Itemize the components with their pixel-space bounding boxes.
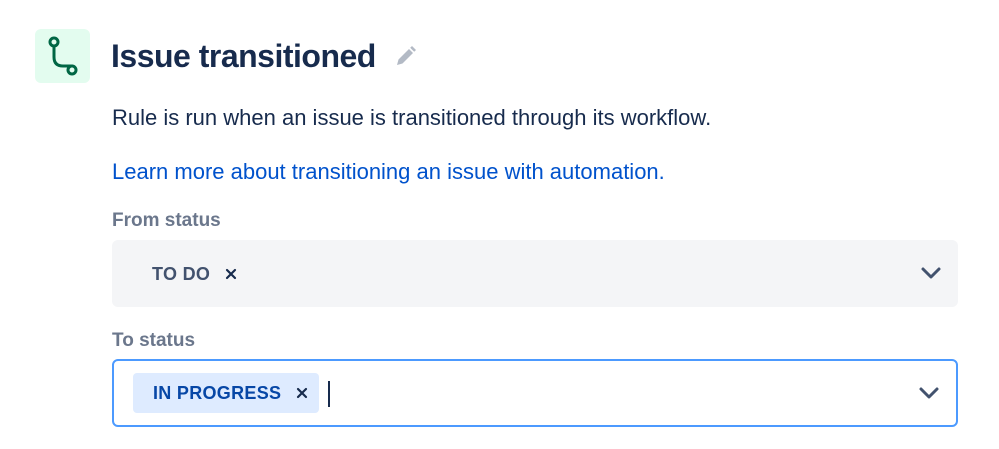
trigger-icon-tile [35, 29, 90, 83]
chevron-down-icon[interactable] [916, 380, 942, 406]
from-status-select[interactable]: TO DO [112, 240, 958, 307]
to-status-tag-label: IN PROGRESS [153, 382, 282, 403]
chevron-down-icon[interactable] [918, 260, 944, 286]
trigger-title: Issue transitioned [111, 38, 376, 74]
to-status-select[interactable]: IN PROGRESS [112, 359, 958, 427]
learn-more-link[interactable]: Learn more about transitioning an issue … [112, 157, 665, 187]
transition-path-icon [48, 36, 78, 76]
text-cursor [328, 381, 330, 407]
from-status-tag: TO DO [132, 254, 248, 294]
to-status-label: To status [112, 330, 196, 351]
to-status-tag: IN PROGRESS [133, 373, 320, 413]
trigger-description: Rule is run when an issue is transitione… [112, 105, 712, 130]
close-icon[interactable] [295, 386, 309, 400]
from-status-label: From status [112, 210, 221, 231]
from-status-tag-label: TO DO [152, 263, 211, 284]
close-icon[interactable] [224, 267, 238, 281]
pencil-icon[interactable] [392, 44, 418, 70]
